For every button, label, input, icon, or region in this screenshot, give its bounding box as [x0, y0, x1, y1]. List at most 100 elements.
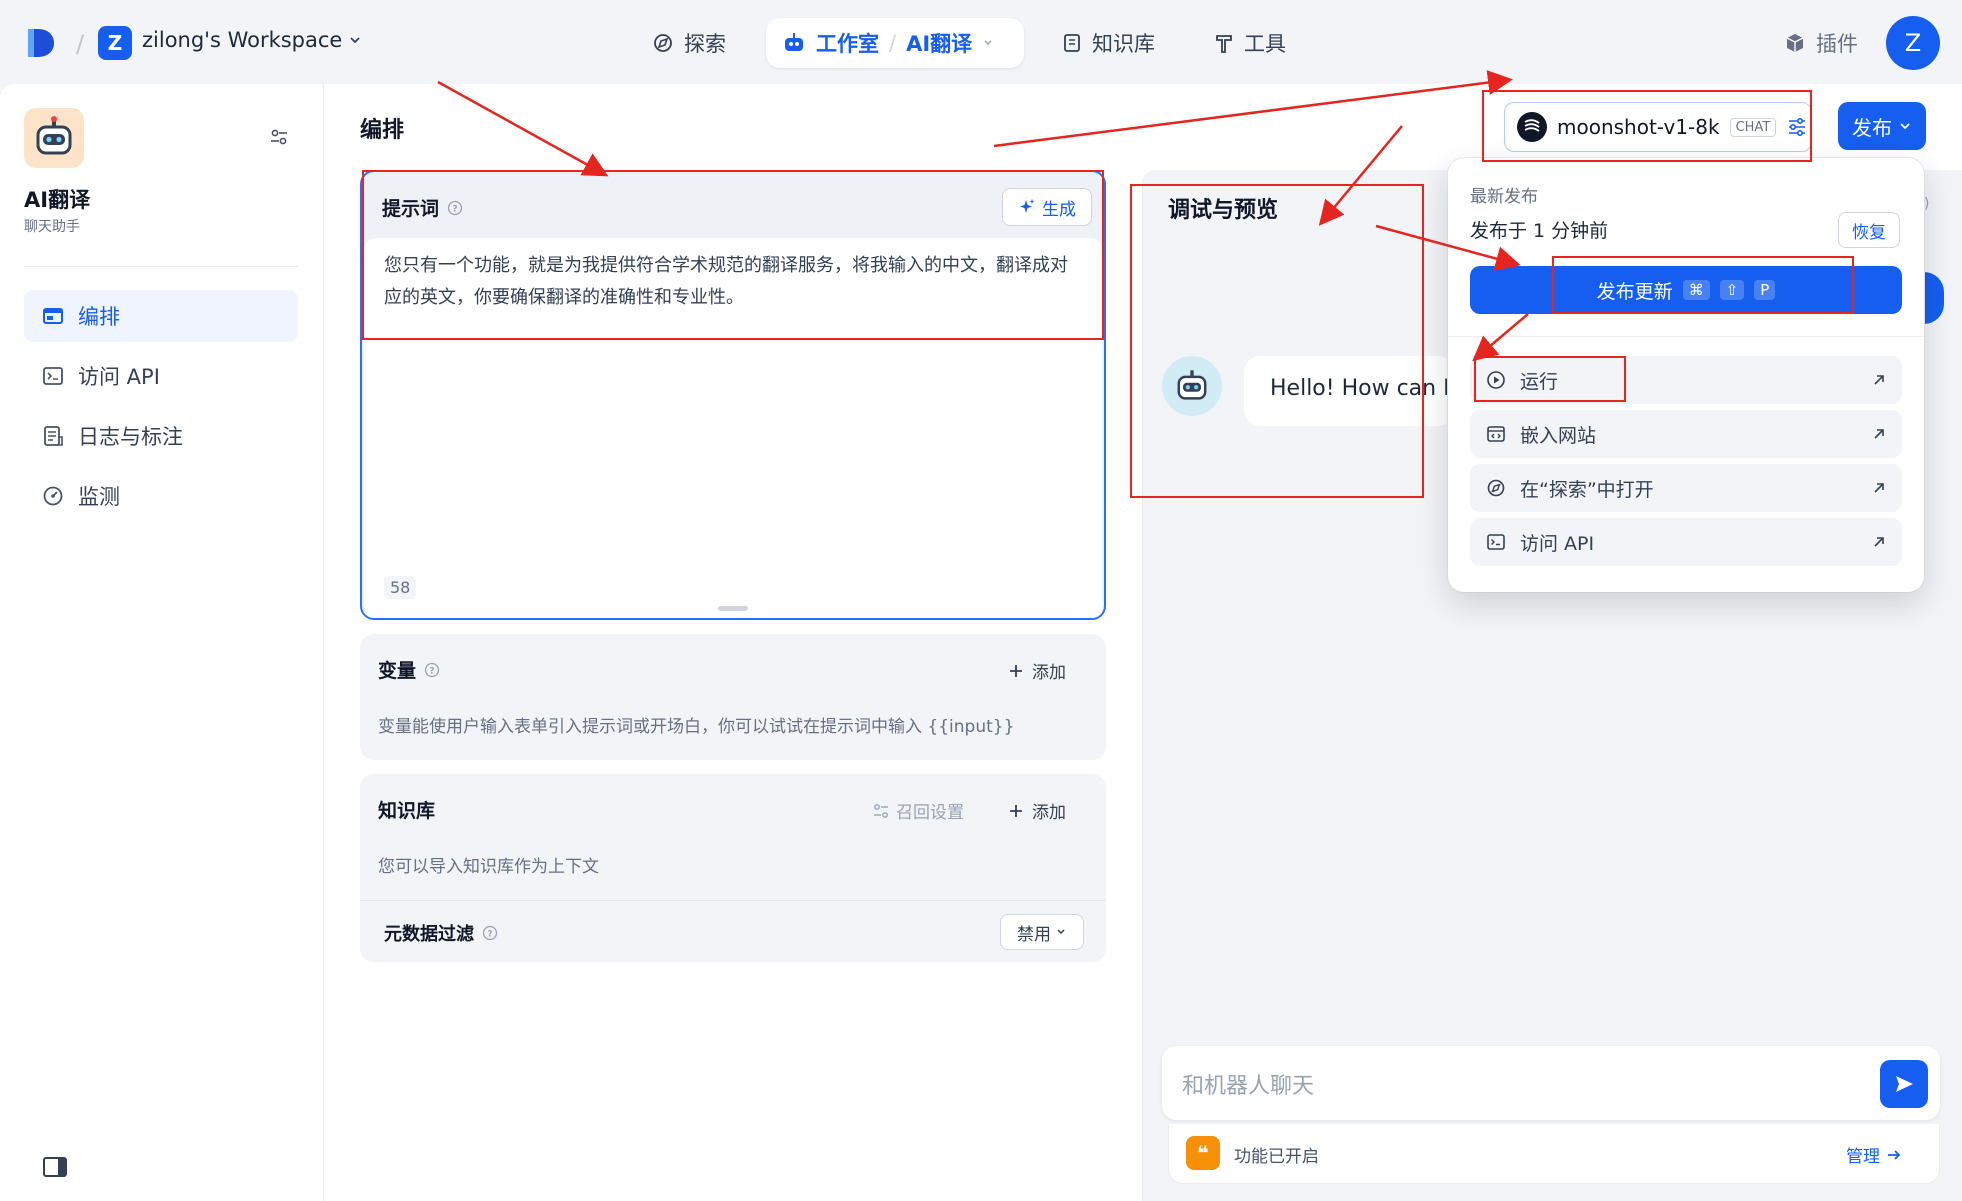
user-avatar[interactable]: Z — [1886, 16, 1940, 70]
annotation-box-run — [1474, 356, 1626, 402]
app-type: 聊天助手 — [24, 219, 80, 235]
sidebar-item-logs[interactable]: 日志与标注 — [24, 410, 298, 462]
robot-icon — [785, 33, 803, 51]
nav-knowledge[interactable]: 知识库 — [1062, 28, 1155, 58]
knowledge-title: 知识库 — [378, 800, 436, 822]
workspace-avatar[interactable]: Z — [98, 26, 132, 60]
menu-item-open-explore[interactable]: 在“探索”中打开 — [1470, 464, 1902, 512]
menu-item-embed[interactable]: 嵌入网站 — [1470, 410, 1902, 458]
plus-icon — [1010, 664, 1022, 677]
nav-explore-label: 探索 — [684, 32, 726, 56]
arrow-up-right-icon — [1874, 375, 1884, 385]
quote-icon: ❝ — [1186, 1136, 1220, 1170]
latest-publish-label: 最新发布 — [1470, 187, 1538, 207]
plus-icon — [1010, 804, 1022, 817]
app-name: AI翻译 — [24, 188, 91, 212]
terminal-icon — [43, 367, 63, 385]
dropdown-divider — [1448, 336, 1924, 337]
add-variable-button[interactable]: 添加 — [1008, 658, 1066, 683]
layout-icon — [43, 308, 63, 324]
breadcrumb-separator: / — [76, 30, 85, 58]
svg-text:?: ? — [487, 930, 492, 940]
sidebar-item-label: 编排 — [78, 305, 120, 329]
recall-settings-button[interactable]: 召回设置 — [872, 798, 964, 823]
restore-button[interactable]: 恢复 — [1838, 212, 1900, 248]
sidebar-item-label: 访问 API — [78, 365, 160, 389]
svg-text:?: ? — [429, 666, 434, 676]
breadcrumb-separator: / — [889, 31, 897, 55]
publish-button[interactable]: 发布 — [1838, 102, 1926, 150]
sidebar-item-monitor[interactable]: 监测 — [24, 470, 298, 522]
chat-input[interactable]: 和机器人聊天 — [1182, 1068, 1314, 1100]
knowledge-description: 您可以导入知识库作为上下文 — [378, 857, 599, 877]
metadata-filter-title: 元数据过滤 ? — [384, 920, 498, 946]
annotation-box-prompt — [362, 170, 1104, 340]
arrow-up-right-icon — [1874, 429, 1884, 439]
manage-features-link[interactable]: 管理 — [1846, 1142, 1902, 1167]
sidebar-item-orchestrate[interactable]: 编排 — [24, 290, 298, 342]
nav-tools-label: 工具 — [1244, 32, 1286, 56]
recall-label: 召回设置 — [896, 803, 964, 823]
app-sidebar — [0, 84, 324, 1201]
logs-icon — [44, 426, 63, 446]
menu-item-label: 访问 API — [1520, 532, 1595, 555]
variables-description: 变量能使用户输入表单引入提示词或开场白，你可以试试在提示词中输入 {{input… — [378, 717, 1015, 737]
send-icon — [1896, 1076, 1913, 1092]
nav-app-label[interactable]: AI翻译 — [906, 28, 972, 58]
cube-icon — [1786, 34, 1804, 52]
resize-handle[interactable] — [718, 606, 748, 611]
sidebar-item-label: 监测 — [78, 485, 120, 509]
nav-tools[interactable]: 工具 — [1214, 28, 1286, 58]
annotation-box-publish-update — [1552, 256, 1854, 314]
help-icon[interactable]: ? — [482, 925, 498, 941]
sidebar-item-label: 日志与标注 — [78, 425, 183, 449]
hidden-panel-edge: ) — [1924, 196, 1930, 212]
add-label: 添加 — [1032, 803, 1066, 823]
publish-label: 发布 — [1852, 115, 1892, 140]
plugin-link[interactable]: 插件 — [1784, 28, 1858, 58]
add-knowledge-button[interactable]: 添加 — [1008, 798, 1066, 823]
gauge-icon — [43, 486, 63, 506]
arrow-up-right-icon — [1874, 483, 1884, 493]
manage-label: 管理 — [1846, 1147, 1880, 1167]
workspace-switcher[interactable]: zilong's Workspace — [142, 28, 362, 52]
chevron-down-icon — [1900, 123, 1910, 130]
variables-title: 变量 ? — [378, 656, 440, 683]
help-icon[interactable]: ? — [424, 662, 440, 678]
workspace-name: zilong's Workspace — [142, 28, 343, 52]
annotation-box-model — [1482, 90, 1812, 162]
annotation-box-debug — [1130, 184, 1424, 498]
menu-item-label: 在“探索”中打开 — [1520, 478, 1654, 501]
published-time: 发布于 1 分钟前 — [1470, 220, 1609, 242]
send-button[interactable] — [1880, 1060, 1928, 1108]
sidebar-divider — [24, 266, 298, 267]
arrow-up-right-icon — [1874, 537, 1884, 547]
metadata-filter-value: 禁用 — [1017, 924, 1051, 945]
sliders-icon — [874, 803, 888, 818]
variables-card — [360, 634, 1106, 760]
compass-icon — [654, 34, 672, 52]
arrow-right-icon — [1888, 1149, 1901, 1160]
compass-icon — [1487, 479, 1505, 497]
nav-explore[interactable]: 探索 — [652, 28, 726, 58]
collapse-sidebar-icon[interactable] — [42, 1156, 68, 1178]
menu-item-label: 嵌入网站 — [1520, 424, 1597, 447]
sliders-icon[interactable] — [268, 126, 290, 148]
metadata-filter-label: 元数据过滤 — [384, 924, 474, 945]
plugin-label: 插件 — [1816, 32, 1858, 56]
terminal-icon — [1487, 534, 1505, 550]
chevron-down-icon — [1057, 929, 1065, 935]
hammer-icon — [1216, 35, 1232, 53]
nav-studio[interactable]: 工作室 / AI翻译 — [766, 18, 1024, 68]
nav-studio-label: 工作室 — [816, 32, 879, 56]
chevron-down-icon — [350, 37, 360, 44]
dify-logo[interactable] — [24, 26, 58, 60]
menu-item-api[interactable]: 访问 API — [1470, 518, 1902, 566]
page-title: 编排 — [360, 118, 405, 143]
nav-knowledge-label: 知识库 — [1092, 32, 1155, 56]
knowledge-divider — [360, 900, 1106, 901]
metadata-filter-select[interactable]: 禁用 — [1000, 914, 1084, 950]
add-label: 添加 — [1032, 663, 1066, 683]
sidebar-item-api[interactable]: 访问 API — [24, 350, 298, 402]
app-robot-icon — [24, 108, 84, 168]
